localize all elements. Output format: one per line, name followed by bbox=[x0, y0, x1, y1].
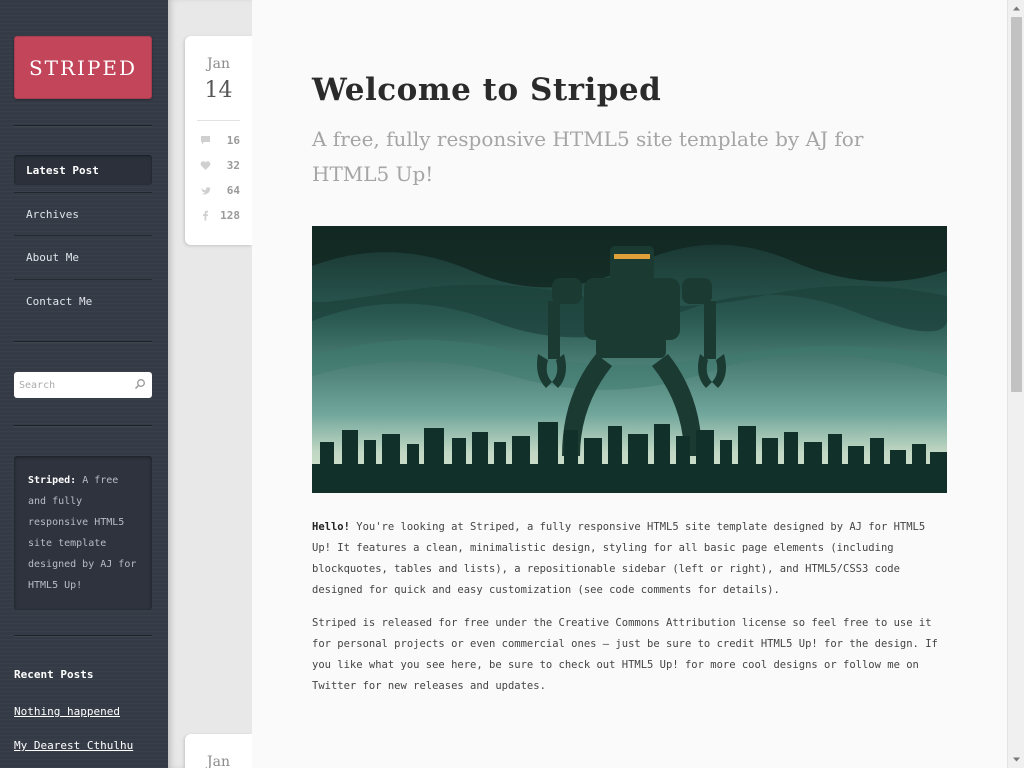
post-title[interactable]: Welcome to Striped bbox=[312, 72, 661, 108]
divider bbox=[14, 341, 152, 343]
divider bbox=[197, 120, 240, 121]
about-text: A free and fully responsive HTML5 site t… bbox=[28, 475, 137, 591]
about-title: Striped: bbox=[28, 475, 77, 486]
likes-count[interactable]: 32 bbox=[200, 159, 240, 173]
scrollbar-thumb[interactable] bbox=[1011, 17, 1022, 392]
main-content: Welcome to Striped A free, fully respons… bbox=[252, 0, 1007, 768]
recent-posts-heading: Recent Posts bbox=[14, 668, 94, 681]
post-paragraph: Hello! You're looking at Striped, a full… bbox=[312, 521, 926, 596]
post-month: Jan bbox=[207, 56, 230, 72]
post-paragraph-lead: Hello! bbox=[312, 521, 350, 533]
divider bbox=[14, 192, 152, 193]
about-box: Striped: A free and fully responsive HTM… bbox=[14, 456, 152, 610]
nav-contact-me[interactable]: Contact Me bbox=[14, 286, 152, 316]
scroll-up-arrow-icon[interactable] bbox=[1012, 4, 1021, 13]
nav-about-me[interactable]: About Me bbox=[14, 242, 152, 272]
sidebar: STRIPED Latest Post Archives About Me Co… bbox=[0, 0, 168, 768]
divider bbox=[14, 425, 152, 427]
vertical-scrollbar[interactable] bbox=[1007, 0, 1024, 768]
facebook-icon bbox=[203, 210, 208, 221]
comment-icon bbox=[201, 136, 210, 145]
search-icon[interactable] bbox=[134, 378, 146, 390]
comments-count[interactable]: 16 bbox=[200, 134, 240, 148]
recent-post-link[interactable]: My Dearest Cthulhu bbox=[14, 739, 133, 752]
post-date-card: Jan 14 16 32 64 128 bbox=[185, 36, 252, 245]
site-logo[interactable]: STRIPED bbox=[14, 36, 152, 99]
nav-latest-post[interactable]: Latest Post bbox=[14, 155, 152, 185]
divider bbox=[14, 279, 152, 280]
next-post-month: Jan bbox=[207, 754, 230, 768]
search-input[interactable] bbox=[14, 372, 124, 398]
divider bbox=[14, 235, 152, 236]
divider bbox=[14, 635, 152, 637]
twitter-icon bbox=[201, 187, 211, 195]
next-post-date-card: Jan bbox=[185, 734, 252, 768]
search-box bbox=[14, 372, 152, 398]
scroll-down-arrow-icon[interactable] bbox=[1012, 755, 1021, 764]
nav-archives[interactable]: Archives bbox=[14, 199, 152, 229]
tweets-count[interactable]: 64 bbox=[200, 184, 240, 198]
heart-icon bbox=[200, 161, 211, 170]
post-paragraph: Striped is released for free under the C… bbox=[312, 617, 938, 692]
facebook-shares-count[interactable]: 128 bbox=[200, 209, 240, 223]
divider bbox=[14, 125, 152, 127]
post-day: 14 bbox=[204, 78, 233, 103]
post-hero-image[interactable] bbox=[312, 226, 947, 493]
recent-post-link[interactable]: Nothing happened bbox=[14, 705, 120, 718]
post-subtitle: A free, fully responsive HTML5 site temp… bbox=[312, 127, 864, 186]
